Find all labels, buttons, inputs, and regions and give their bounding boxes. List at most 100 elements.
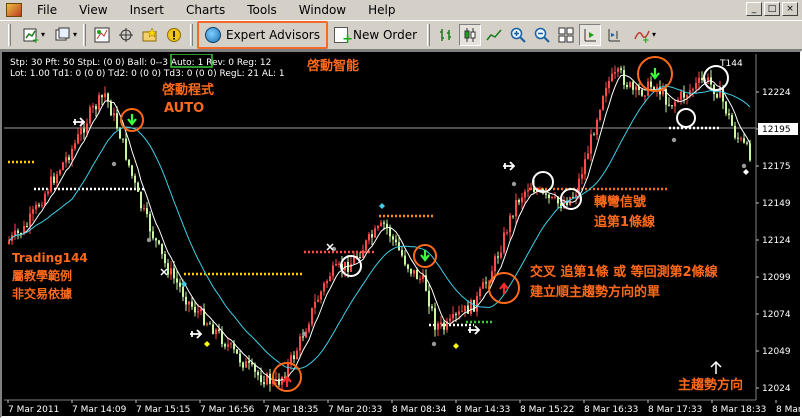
profiles-button[interactable]: [48, 24, 78, 46]
candle-body: [626, 84, 628, 88]
candle-body: [308, 324, 310, 332]
candle-body: [527, 190, 529, 192]
restore-button[interactable]: □: [764, 2, 780, 16]
menu-help[interactable]: Help: [357, 3, 406, 17]
candle-body: [125, 138, 127, 160]
candle-body: [173, 268, 175, 279]
bar-chart-button[interactable]: [435, 24, 457, 46]
candle-body: [392, 236, 394, 240]
candle-body: [113, 113, 115, 116]
zoom-in-button[interactable]: [507, 24, 529, 46]
zoom-out-button[interactable]: [531, 24, 553, 46]
annotation-auto: AUTO: [164, 101, 204, 116]
candle-body: [497, 256, 499, 258]
price-chart[interactable]: Stp: 30 Pft: 50 StpL: (0 0) Ball: 0--3 A…: [4, 54, 800, 416]
candle-body: [329, 276, 331, 281]
new-chart-button[interactable]: +: [16, 24, 46, 46]
candle-body: [668, 104, 670, 106]
candle-body: [146, 208, 148, 214]
candle-body: [413, 269, 415, 274]
menu-view[interactable]: View: [68, 3, 118, 17]
menu-tools[interactable]: Tools: [236, 3, 288, 17]
candle-body: [416, 269, 418, 280]
menu-charts[interactable]: Charts: [175, 3, 236, 17]
candle-body: [521, 197, 523, 203]
down-arrow-icon: [650, 68, 660, 80]
candle-body: [518, 200, 520, 203]
signal-diamond-icon: [204, 341, 210, 347]
candle-body: [428, 290, 430, 307]
terminal-button[interactable]: [163, 24, 185, 46]
candle-body: [467, 305, 469, 314]
candle-body: [338, 263, 340, 265]
candle-body: [725, 101, 727, 114]
candle-body: [728, 113, 730, 116]
menu-file[interactable]: File: [26, 3, 68, 17]
menu-window[interactable]: Window: [288, 3, 357, 17]
candle-body: [275, 378, 277, 380]
candle-body: [152, 231, 154, 239]
time-tick-label: 8 Mar 15:22: [520, 405, 574, 415]
candle-body: [95, 106, 97, 110]
candle-body: [530, 187, 532, 191]
profiles-icon: [55, 27, 70, 41]
zoom-in-icon: [510, 27, 526, 43]
new-order-button[interactable]: New Order: [328, 23, 423, 47]
candle-body: [317, 299, 319, 302]
candle-body: [740, 138, 742, 140]
candlestick-button[interactable]: [459, 24, 482, 46]
market-watch-button[interactable]: [91, 24, 113, 46]
svg-text:+: +: [32, 36, 39, 43]
navigator-button[interactable]: [139, 24, 161, 46]
signal-diamond-icon: [453, 343, 459, 349]
candle-body: [524, 191, 526, 198]
candle-body: [296, 350, 298, 360]
main-trend-arrow-icon: [710, 360, 722, 374]
app-icon[interactable]: [6, 3, 22, 17]
candle-body: [44, 193, 46, 206]
expert-advisors-icon: [205, 27, 221, 43]
candle-body: [98, 95, 100, 110]
candle-body: [449, 318, 451, 322]
candle-body: [236, 349, 238, 354]
menu-insert[interactable]: Insert: [119, 3, 175, 17]
line-chart-button[interactable]: [483, 24, 505, 46]
indicators-button[interactable]: +: [627, 24, 657, 46]
close-button[interactable]: ×: [782, 2, 798, 16]
candle-body: [245, 361, 247, 368]
candle-body: [359, 257, 361, 259]
candle-body: [506, 232, 508, 234]
candle-body: [176, 278, 178, 283]
annotation-smart-start: 啓動智能: [307, 58, 359, 74]
candle-body: [110, 101, 112, 116]
data-window-button[interactable]: [115, 24, 137, 46]
trade-marker-icon: [468, 325, 481, 335]
candle-body: [101, 95, 103, 98]
candle-body: [62, 162, 64, 171]
candle-body: [419, 278, 421, 280]
toolbar-grip[interactable]: [8, 24, 11, 46]
price-tick-label: 12049: [762, 347, 791, 357]
candle-body: [299, 336, 301, 351]
minimize-button[interactable]: _: [746, 2, 762, 16]
annotation-start-program: 啓動程式: [162, 82, 214, 98]
candle-body: [26, 226, 28, 228]
chart-window[interactable]: Stp: 30 Pft: 50 StpL: (0 0) Ball: 0--3 A…: [0, 50, 802, 418]
autoscroll-button[interactable]: [579, 24, 602, 46]
candle-body: [503, 232, 505, 253]
candle-body: [437, 324, 439, 330]
candle-body: [368, 234, 370, 241]
candle-body: [587, 153, 589, 160]
cross-marker-icon: [326, 243, 334, 251]
expert-advisors-button[interactable]: Expert Advisors: [197, 21, 328, 49]
candle-body: [602, 96, 604, 110]
time-tick-label: 7 Mar 15:15: [136, 405, 190, 415]
candle-body: [143, 208, 145, 210]
tile-windows-button[interactable]: [555, 24, 577, 46]
candle-body: [290, 355, 292, 364]
candle-body: [41, 205, 43, 207]
chart-shift-button[interactable]: [603, 24, 625, 46]
candle-body: [38, 204, 40, 207]
candle-body: [158, 240, 160, 244]
annotation-crossover: 交叉 追第1條 或 等回測第2條線: [530, 264, 719, 280]
